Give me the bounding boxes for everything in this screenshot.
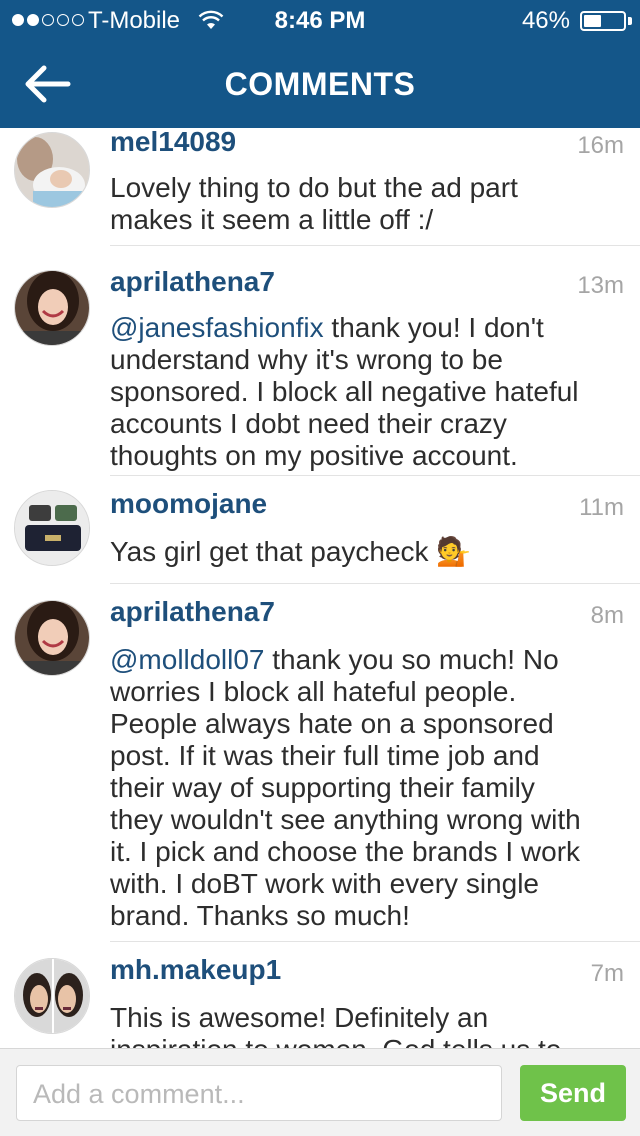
comment-composer: Add a comment... Send [0, 1048, 640, 1136]
comment-item: aprilathena7 8m @molldoll07 thank you so… [0, 584, 640, 942]
comment-item: aprilathena7 13m @janesfashionfix thank … [0, 246, 640, 476]
avatar-photo [15, 959, 89, 1033]
comment-timestamp: 7m [590, 960, 624, 987]
comment-timestamp: 11m [579, 494, 624, 521]
comment-input[interactable]: Add a comment... [16, 1065, 502, 1121]
comment-timestamp: 8m [590, 602, 624, 629]
comment-username[interactable]: moomojane [110, 488, 267, 520]
avatar-photo [15, 491, 89, 565]
avatar-photo [15, 271, 89, 345]
comment-mention[interactable]: @molldoll07 [110, 644, 265, 675]
battery-tip [628, 17, 632, 25]
comment-username[interactable]: mh.makeup1 [110, 954, 281, 986]
comment-mention[interactable]: @janesfashionfix [110, 312, 324, 343]
send-button[interactable]: Send [520, 1065, 626, 1121]
top-bar: T-Mobile 8:46 PM 46% COMMENTS [0, 0, 640, 128]
page-title: COMMENTS [224, 66, 416, 102]
avatar[interactable] [14, 490, 90, 566]
status-bar: T-Mobile 8:46 PM 46% [0, 0, 640, 40]
avatar-photo [15, 601, 89, 675]
battery-fill [584, 15, 601, 27]
comment-username[interactable]: mel14089 [110, 128, 236, 158]
comment-text: @janesfashionfix thank you! I don't unde… [110, 312, 620, 472]
avatar[interactable] [14, 132, 90, 208]
comment-username[interactable]: aprilathena7 [110, 596, 275, 628]
comment-item: mel14089 16m Lovely thing to do but the … [0, 128, 640, 246]
comment-body: This is awesome! Definitely an inspirati… [110, 1002, 561, 1048]
comment-body: Lovely thing to do but the ad part makes… [110, 172, 518, 235]
avatar[interactable] [14, 600, 90, 676]
comment-text: @molldoll07 thank you so much! No worrie… [110, 644, 620, 932]
avatar[interactable] [14, 270, 90, 346]
comment-body: thank you so much! No worries I block al… [110, 644, 581, 931]
comment-timestamp: 16m [577, 132, 624, 159]
comment-username[interactable]: aprilathena7 [110, 266, 275, 298]
battery-percent: 46% [521, 7, 570, 34]
comment-text: Lovely thing to do but the ad part makes… [110, 172, 620, 236]
comment-text: This is awesome! Definitely an inspirati… [110, 1002, 620, 1048]
comment-timestamp: 13m [577, 272, 624, 299]
comment-item: mh.makeup1 7m This is awesome! Definitel… [0, 942, 640, 1048]
comment-text: Yas girl get that paycheck 💁 [110, 536, 620, 568]
avatar-photo [15, 133, 89, 207]
comment-list[interactable]: mel14089 16m Lovely thing to do but the … [0, 128, 640, 1048]
avatar[interactable] [14, 958, 90, 1034]
battery-icon [580, 11, 626, 31]
comment-item: moomojane 11m Yas girl get that paycheck… [0, 476, 640, 584]
comment-body: Yas girl get that paycheck 💁 [110, 536, 472, 567]
